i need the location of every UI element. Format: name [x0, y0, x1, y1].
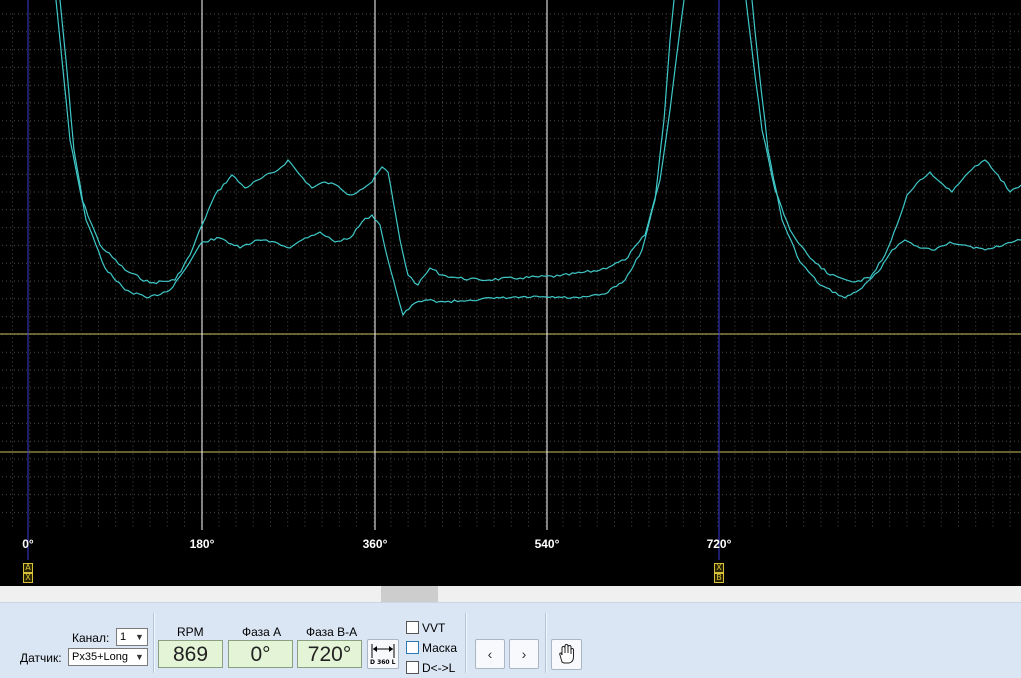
hand-pan-icon [559, 643, 574, 664]
scrollbar-thumb[interactable] [381, 586, 438, 602]
phase-ba-label: Фаза B-A [306, 625, 358, 639]
prev-button[interactable]: ‹ [475, 639, 505, 669]
pressure-trace-outer [55, 0, 1021, 286]
grid-dots [2, 13, 1019, 527]
chevron-down-icon: ▼ [135, 652, 144, 662]
chevron-left-icon: ‹ [487, 646, 493, 662]
phase-a-label: Фаза A [242, 625, 282, 639]
phase-a-value: 0° [228, 640, 293, 668]
degree-label-360: 360° [362, 537, 388, 551]
chevron-right-icon: › [521, 646, 527, 662]
chevron-down-icon: ▼ [135, 632, 144, 642]
horizontal-scrollbar[interactable] [0, 586, 1021, 602]
sensor-label: Датчик: [20, 651, 62, 665]
degree-label-0: 0° [22, 537, 34, 551]
dl-label: D<->L [422, 661, 456, 675]
mask-checkbox[interactable] [406, 641, 419, 654]
toolbar-separator [545, 613, 547, 673]
vvt-checkbox[interactable] [406, 621, 419, 634]
d360-toggle-button[interactable]: D 360 L [367, 639, 399, 669]
dl-checkbox[interactable] [406, 661, 419, 674]
degree-label-180: 180° [189, 537, 215, 551]
oscillogram-plot[interactable]: 0° 180° 360° 540° 720° A X X B [0, 0, 1021, 586]
toolbar-separator [465, 613, 467, 673]
degree-label-720: 720° [706, 537, 732, 551]
mask-label: Маска [422, 641, 457, 655]
marker-b-handle-bottom[interactable]: B [714, 573, 724, 583]
phase-ba-value: 720° [297, 640, 362, 668]
channel-select[interactable]: 1 ▼ [116, 628, 148, 646]
channel-label: Канал: [72, 631, 110, 645]
channel-select-value: 1 [120, 631, 127, 643]
oscillogram-canvas[interactable] [0, 0, 1021, 586]
d360-button-label: D 360 L [370, 659, 396, 666]
rpm-value: 869 [158, 640, 223, 668]
next-button[interactable]: › [509, 639, 539, 669]
rpm-label: RPM [177, 625, 204, 639]
degree-label-540: 540° [534, 537, 560, 551]
hand-pan-button[interactable] [551, 639, 582, 670]
marker-b-handle-top[interactable]: X [714, 563, 724, 573]
marker-a-handle-bottom[interactable]: X [23, 573, 33, 583]
marker-a-handle-top[interactable]: A [23, 563, 33, 573]
vvt-label: VVT [422, 621, 446, 635]
control-toolbar: Канал: 1 ▼ Датчик: Px35+Long ▼ RPM 869 Ф… [0, 602, 1021, 678]
grid-dot-pattern [2, 13, 1019, 527]
sensor-select-value: Px35+Long [72, 651, 128, 663]
toolbar-separator [153, 613, 155, 673]
sensor-select[interactable]: Px35+Long ▼ [68, 648, 148, 666]
